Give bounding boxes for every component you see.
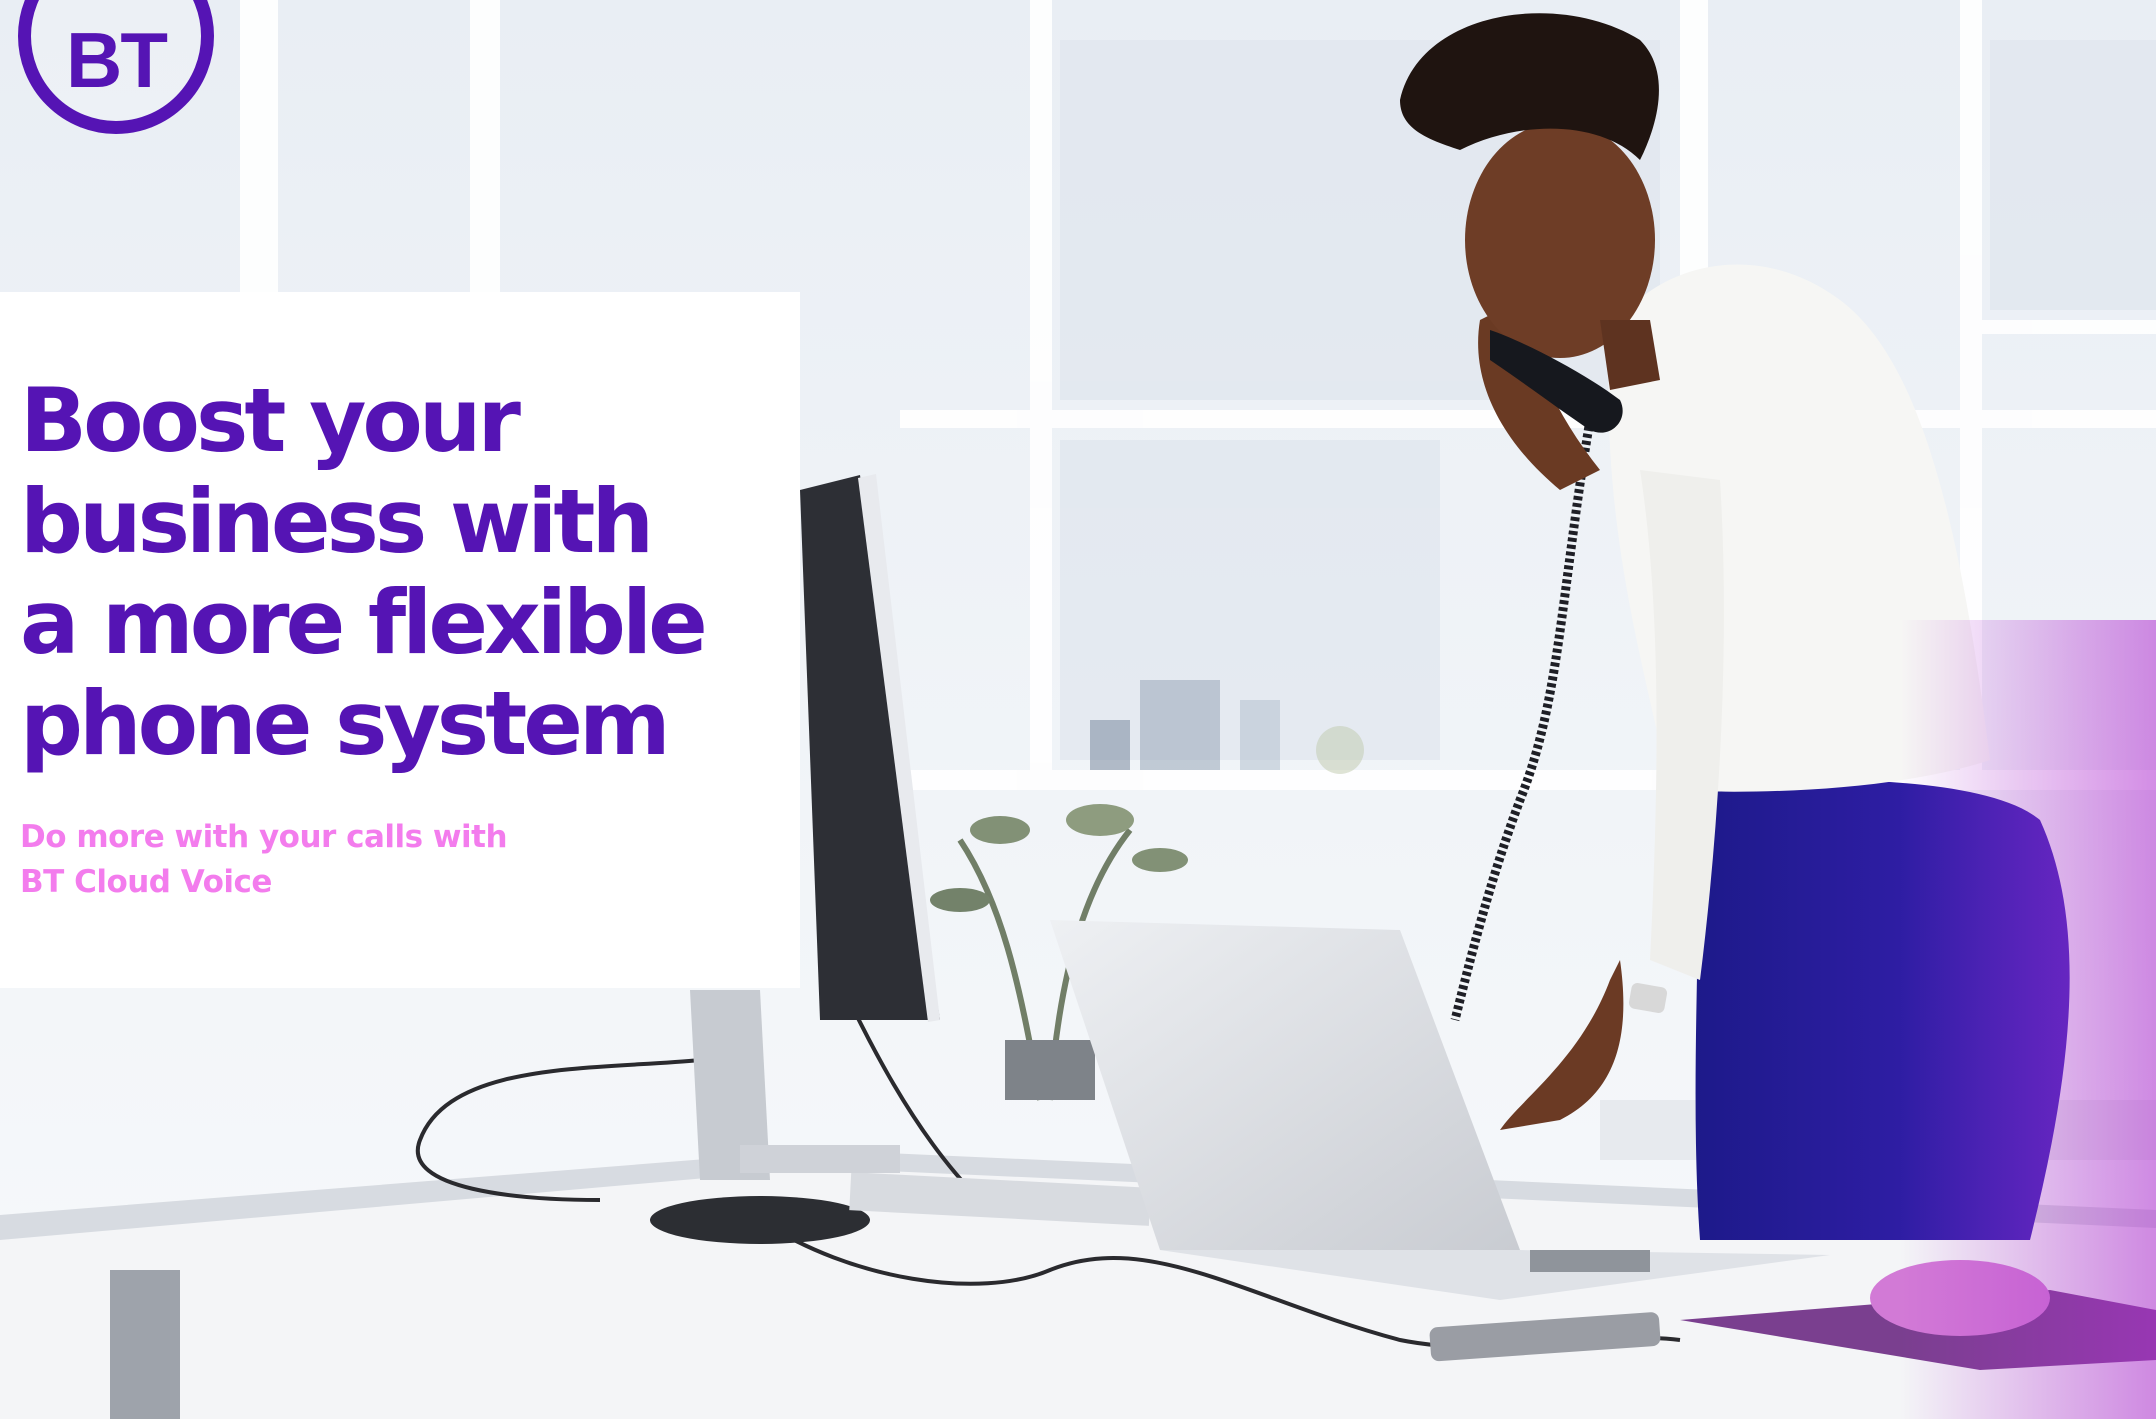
subhead-line-2: BT Cloud Voice xyxy=(20,864,272,900)
headline-line-3: a more flexible xyxy=(20,571,708,674)
hero-subheading: Do more with your calls with BT Cloud Vo… xyxy=(20,815,720,905)
hero-headline: Boost your business with a more flexible… xyxy=(20,370,780,774)
bt-logo-text: BT xyxy=(66,15,168,104)
headline-line-2: business with xyxy=(20,470,654,573)
subhead-line-1: Do more with your calls with xyxy=(20,819,508,855)
headline-line-1: Boost your xyxy=(20,369,521,472)
headline-line-4: phone system xyxy=(20,672,671,775)
